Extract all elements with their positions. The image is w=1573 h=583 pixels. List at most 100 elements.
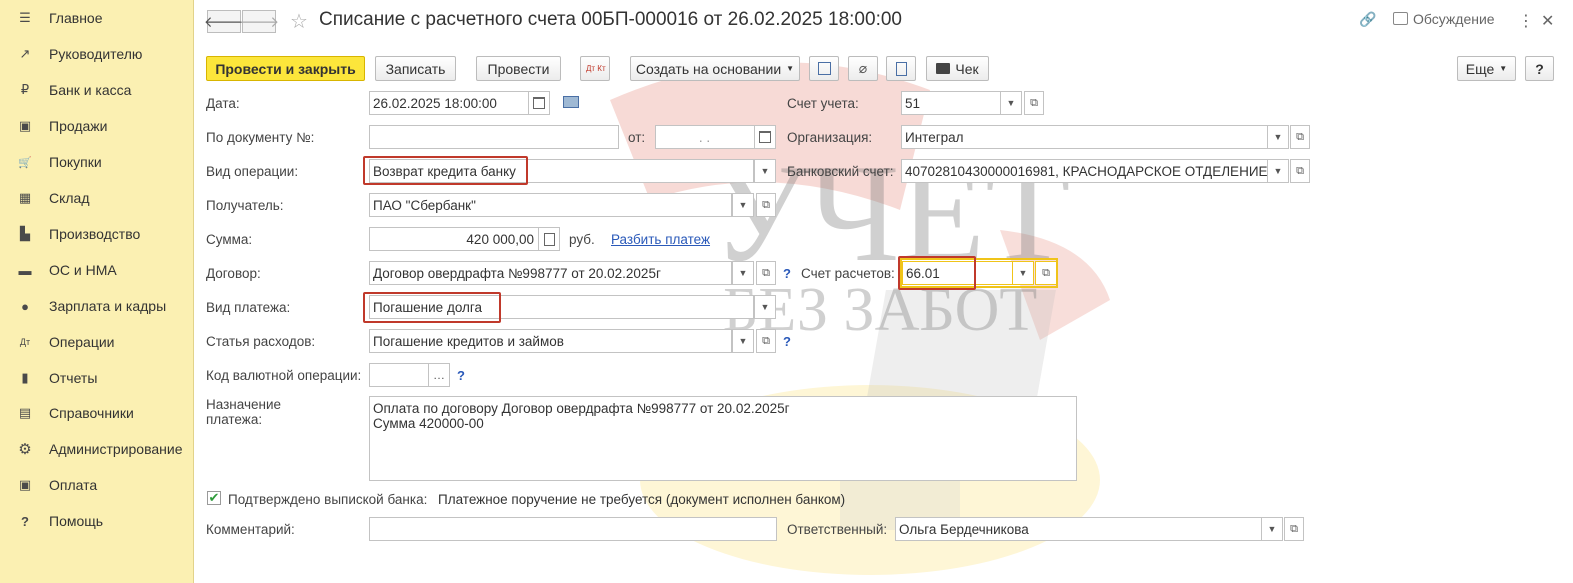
dropdown-button[interactable]: ▼: [732, 261, 754, 285]
sidebar-item-purchases[interactable]: 🛒 Покупки: [0, 147, 194, 177]
settlement-account-select[interactable]: 66.01: [902, 261, 1014, 285]
chevron-down-icon: ▼: [1273, 166, 1283, 176]
dropdown-button[interactable]: ▼: [1000, 91, 1022, 115]
confirmed-checkbox[interactable]: ✔: [207, 491, 221, 505]
responsible-select[interactable]: Ольга Бердечникова: [895, 517, 1263, 541]
open-responsible-button[interactable]: ⧉: [1284, 517, 1304, 541]
comment-label: Комментарий:: [206, 522, 295, 537]
calendar-button[interactable]: [754, 125, 776, 149]
close-icon[interactable]: ✕: [1541, 11, 1554, 31]
open-expense-item-button[interactable]: ⧉: [756, 329, 776, 353]
sidebar-item-bank[interactable]: ₽ Банк и касса: [0, 75, 194, 105]
payment-type-label: Вид платежа:: [206, 300, 291, 315]
chat-icon: [1393, 12, 1408, 25]
currency-operation-label: Код валютной операции:: [206, 368, 362, 383]
open-contract-button[interactable]: ⧉: [756, 261, 776, 285]
expense-help-icon[interactable]: ?: [783, 334, 791, 349]
chevron-down-icon: ▼: [760, 302, 770, 312]
calculator-button[interactable]: [538, 227, 560, 251]
doc-number-input[interactable]: [369, 125, 619, 149]
more-actions-icon[interactable]: ⋮: [1518, 11, 1534, 31]
sidebar-item-directories[interactable]: ▤ Справочники: [0, 398, 194, 428]
open-icon: ⧉: [1296, 130, 1304, 143]
currency-help-icon[interactable]: ?: [457, 368, 465, 383]
recipient-select[interactable]: ПАО "Сбербанк": [369, 193, 732, 217]
forward-button[interactable]: 🡒: [239, 10, 279, 33]
dropdown-button[interactable]: ▼: [1012, 261, 1034, 285]
print-button[interactable]: [886, 56, 916, 81]
dropdown-button[interactable]: ▼: [754, 295, 776, 319]
help-button[interactable]: ?: [1525, 56, 1554, 81]
bank-account-select[interactable]: 40702810430000016981, КРАСНОДАРСКОЕ ОТДЕ…: [901, 159, 1269, 183]
post-button[interactable]: Провести: [476, 56, 561, 81]
dropdown-button[interactable]: ▼: [1267, 125, 1289, 149]
favorite-star-icon[interactable]: ☆: [290, 9, 308, 34]
doc-number-label: По документу №:: [206, 130, 315, 145]
warehouse-icon: ▦: [18, 190, 32, 205]
amount-input[interactable]: 420 000,00: [369, 227, 539, 251]
sidebar-item-admin[interactable]: ⚙ Администрирование: [0, 434, 194, 464]
more-button[interactable]: Еще ▼: [1457, 56, 1516, 81]
sidebar-item-help[interactable]: ? Помощь: [0, 506, 194, 536]
dropdown-button[interactable]: ▼: [732, 193, 754, 217]
dt-kt-icon: Дт Кт: [586, 63, 606, 73]
attach-button[interactable]: ⌀: [848, 56, 878, 81]
create-based-on-button[interactable]: Создать на основании ▼: [630, 56, 800, 81]
contract-select[interactable]: Договор овердрафта №998777 от 20.02.2025…: [369, 261, 732, 285]
expense-item-select[interactable]: Погашение кредитов и займов: [369, 329, 732, 353]
open-icon: ⧉: [1030, 96, 1038, 109]
save-button[interactable]: Записать: [375, 56, 456, 81]
payment-type-select[interactable]: Погашение долга: [369, 295, 754, 319]
dropdown-button[interactable]: ▼: [1261, 517, 1283, 541]
open-account-button[interactable]: ⧉: [1024, 91, 1044, 115]
scan-icon[interactable]: [563, 96, 579, 108]
open-icon: ⧉: [1296, 164, 1304, 177]
contract-help-icon[interactable]: ?: [783, 266, 791, 281]
sidebar-item-assets[interactable]: ▬ ОС и НМА: [0, 255, 194, 285]
open-settlement-account-button[interactable]: ⧉: [1035, 261, 1057, 285]
select-button[interactable]: …: [428, 363, 450, 387]
sidebar-item-production[interactable]: ▙ Производство: [0, 219, 194, 249]
currency-label: руб.: [569, 232, 595, 247]
receipt-label: Чек: [955, 60, 979, 77]
receipt-button[interactable]: Чек: [926, 56, 989, 81]
sidebar-item-label: Отчеты: [49, 370, 98, 386]
back-button[interactable]: 🡐: [204, 10, 244, 33]
dropdown-button[interactable]: ▼: [1267, 159, 1289, 183]
factory-icon: ▙: [20, 226, 30, 241]
help-icon: ?: [21, 513, 29, 529]
dropdown-button[interactable]: ▼: [754, 159, 776, 183]
organization-select[interactable]: Интеграл: [901, 125, 1269, 149]
sidebar-item-main[interactable]: ☰ Главное: [0, 3, 194, 33]
menu-icon: ☰: [19, 10, 31, 25]
link-icon[interactable]: 🔗: [1359, 11, 1376, 28]
sidebar-item-manager[interactable]: ↗ Руководителю: [0, 39, 194, 69]
open-bank-account-button[interactable]: ⧉: [1290, 159, 1310, 183]
payment-purpose-textarea[interactable]: Оплата по договору Договор овердрафта №9…: [369, 396, 1077, 481]
open-recipient-button[interactable]: ⧉: [756, 193, 776, 217]
account-select[interactable]: 51: [901, 91, 1001, 115]
calendar-button[interactable]: [528, 91, 550, 115]
from-date-input[interactable]: . .: [655, 125, 755, 149]
sidebar-item-reports[interactable]: ▮ Отчеты: [0, 363, 194, 393]
sidebar-item-label: Главное: [49, 10, 103, 26]
dropdown-button[interactable]: ▼: [732, 329, 754, 353]
sidebar-item-operations[interactable]: Дт Операции: [0, 327, 194, 357]
sidebar-item-salary[interactable]: ● Зарплата и кадры: [0, 291, 194, 321]
structure-button[interactable]: [809, 56, 839, 81]
dt-kt-button[interactable]: Дт Кт: [580, 56, 610, 81]
calculator-icon: [543, 232, 555, 246]
operation-type-select[interactable]: Возврат кредита банку: [369, 159, 754, 183]
comment-input[interactable]: [369, 517, 777, 541]
date-input[interactable]: 26.02.2025 18:00:00: [369, 91, 529, 115]
sidebar-item-payment[interactable]: ▣ Оплата: [0, 470, 194, 500]
post-and-close-button[interactable]: Провести и закрыть: [206, 56, 365, 81]
bar-chart-icon: ▮: [21, 370, 29, 385]
discussion-button[interactable]: Обсуждение: [1393, 11, 1495, 27]
split-payment-link[interactable]: Разбить платеж: [611, 232, 710, 247]
open-organization-button[interactable]: ⧉: [1290, 125, 1310, 149]
sidebar-item-sales[interactable]: ▣ Продажи: [0, 111, 194, 141]
sidebar-item-warehouse[interactable]: ▦ Склад: [0, 183, 194, 213]
from-date-label: от:: [628, 130, 646, 145]
currency-operation-input[interactable]: [369, 363, 429, 387]
